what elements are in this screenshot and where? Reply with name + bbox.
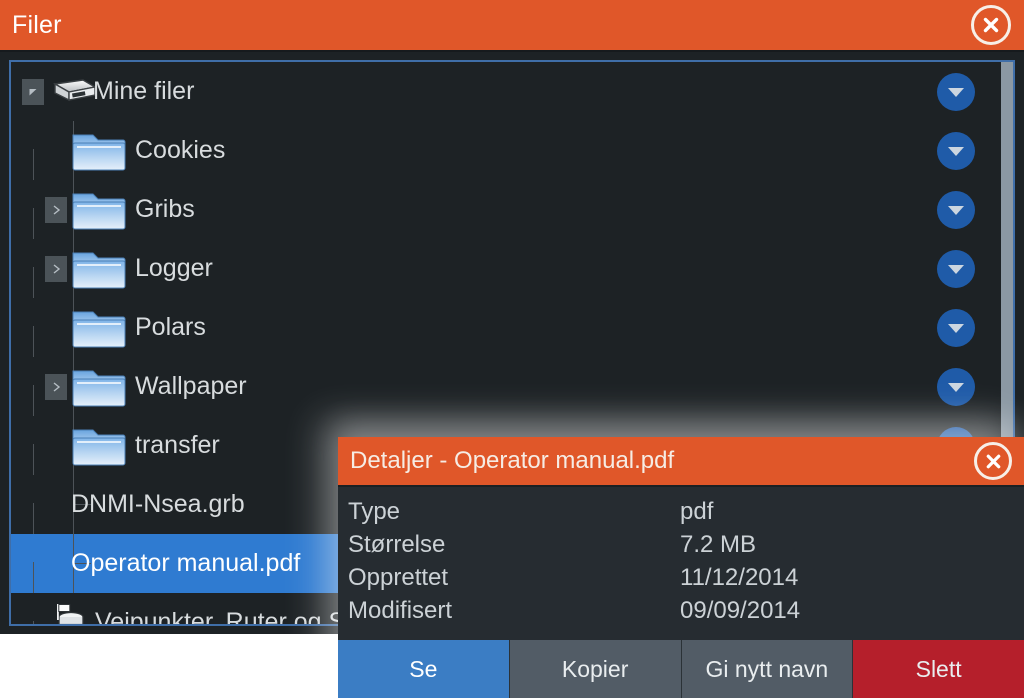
tree-toggle-expanded-icon[interactable] <box>22 78 44 105</box>
tree-row-label: Cookies <box>135 136 226 164</box>
detail-key: Størrelse <box>348 530 446 558</box>
row-chevron-down-icon[interactable] <box>937 308 975 347</box>
close-icon[interactable] <box>971 5 1011 45</box>
detail-value: 09/09/2014 <box>680 596 801 624</box>
dialog-button-bar: Se Kopier Gi nytt navn Slett <box>338 640 1024 698</box>
tree-row[interactable]: Wallpaper <box>11 357 1003 416</box>
tree-row-label: Gribs <box>135 195 195 223</box>
tree-guide-line <box>33 562 34 593</box>
tree-guide-line <box>33 326 34 357</box>
detail-row: Opprettet 11/12/2014 <box>348 561 1024 594</box>
detail-key: Opprettet <box>348 563 449 591</box>
app-root: Filer Mine filer Cookies Gribs Logger Po… <box>0 0 1024 698</box>
row-chevron-down-icon[interactable] <box>937 190 975 229</box>
detail-row: Type pdf <box>348 495 1024 528</box>
tree-row-label: Polars <box>135 313 206 341</box>
folder-icon <box>71 365 127 409</box>
tree-guide-line <box>33 208 34 239</box>
detail-key: Modifisert <box>348 596 453 624</box>
dialog-close-icon[interactable] <box>974 442 1012 480</box>
row-chevron-down-icon[interactable] <box>937 367 975 406</box>
detail-row: Størrelse 7.2 MB <box>348 528 1024 561</box>
details-list: Type pdf Størrelse 7.2 MB Opprettet 11/12/201… <box>338 487 1024 627</box>
row-chevron-down-icon[interactable] <box>937 72 975 111</box>
detail-row: Modifisert 09/09/2014 <box>348 594 1024 627</box>
tree-row-label: Operator manual.pdf <box>71 549 301 577</box>
tree-row[interactable]: Mine filer <box>11 62 1003 121</box>
detail-value: 11/12/2014 <box>680 563 799 591</box>
drive-icon <box>49 76 97 108</box>
dialog-button[interactable]: Se <box>338 640 510 698</box>
dialog-button[interactable]: Slett <box>853 640 1024 698</box>
row-chevron-down-icon[interactable] <box>937 249 975 288</box>
tree-row-label: transfer <box>135 431 220 459</box>
details-dialog: Detaljer - Operator manual.pdf Type pdf St… <box>338 437 1024 698</box>
dialog-button[interactable]: Gi nytt navn <box>681 640 854 698</box>
tree-row-label: Mine filer <box>93 77 195 105</box>
tree-guide-line <box>33 149 34 180</box>
folder-icon <box>71 129 127 173</box>
tree-guide-line <box>33 503 34 534</box>
tree-row-label: Wallpaper <box>135 372 247 400</box>
dialog-titlebar: Detaljer - Operator manual.pdf <box>338 437 1024 487</box>
tree-row-label: DNMI-Nsea.grb <box>71 490 245 518</box>
dialog-title: Detaljer - Operator manual.pdf <box>350 447 675 474</box>
detail-value: 7.2 MB <box>680 530 757 558</box>
folder-icon <box>71 247 127 291</box>
dialog-button[interactable]: Kopier <box>509 640 682 698</box>
folder-icon <box>71 188 127 232</box>
detail-key: Type <box>348 497 401 525</box>
database-flag-icon <box>49 602 91 624</box>
tree-row[interactable]: Gribs <box>11 180 1003 239</box>
tree-row[interactable]: Cookies <box>11 121 1003 180</box>
tree-toggle-collapsed-icon[interactable] <box>45 373 67 400</box>
row-chevron-down-icon[interactable] <box>937 131 975 170</box>
tree-row[interactable]: Logger <box>11 239 1003 298</box>
tree-guide-line <box>33 385 34 416</box>
folder-icon <box>71 306 127 350</box>
window-title: Filer <box>12 10 62 39</box>
tree-row-label: Logger <box>135 254 213 282</box>
folder-icon <box>71 424 127 468</box>
tree-guide-line <box>33 444 34 475</box>
detail-value: pdf <box>680 497 714 525</box>
tree-guide-line <box>33 267 34 298</box>
tree-toggle-collapsed-icon[interactable] <box>45 196 67 223</box>
tree-row[interactable]: Polars <box>11 298 1003 357</box>
window-titlebar: Filer <box>0 0 1024 52</box>
tree-toggle-collapsed-icon[interactable] <box>45 255 67 282</box>
tree-guide-line <box>33 621 34 624</box>
